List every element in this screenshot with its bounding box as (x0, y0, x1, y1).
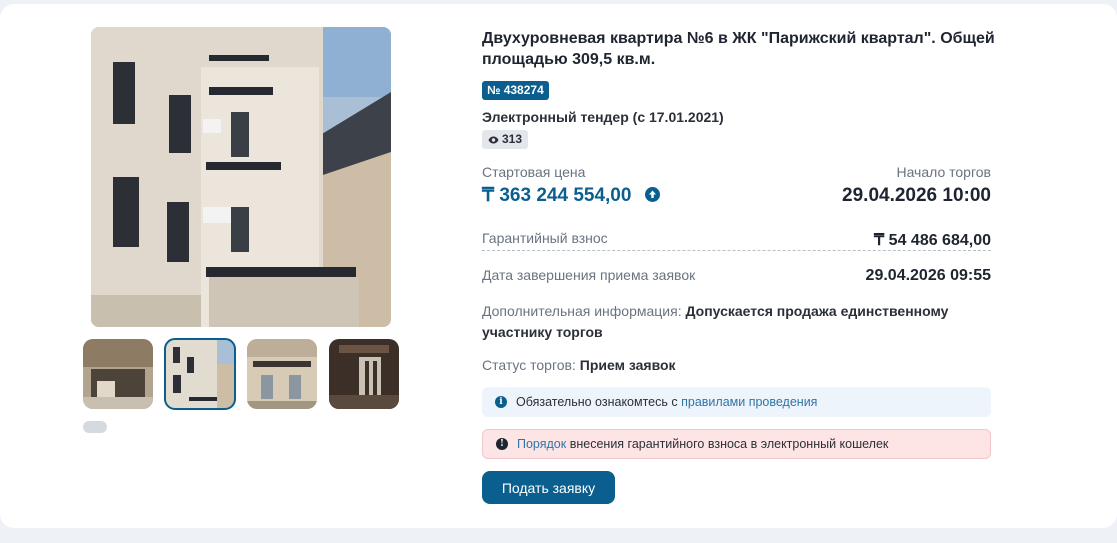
gallery-pager[interactable] (83, 421, 107, 433)
deadline-value: 29.04.2026 09:55 (865, 267, 991, 284)
additional-info-label: Дополнительная информация: (482, 303, 682, 319)
start-price-value: ₸ 363 244 554,00 (482, 185, 632, 206)
eye-icon (488, 136, 499, 144)
auction-status-label: Статус торгов: (482, 357, 576, 373)
tender-type: Электронный тендер (с 17.01.2021) (482, 109, 724, 125)
exclamation-icon: ! (496, 438, 508, 450)
views-badge: 313 (482, 130, 529, 149)
auction-start-label: Начало торгов (896, 164, 991, 180)
lot-title: Двухуровневая квартира №6 в ЖК "Парижски… (482, 30, 995, 68)
gallery-thumbnail-1[interactable] (83, 339, 153, 409)
info-icon: i (495, 396, 507, 408)
rules-link[interactable]: правилами проведения (681, 395, 817, 409)
deadline-label: Дата завершения приема заявок (482, 267, 696, 283)
gallery-thumbnail-2[interactable] (164, 338, 236, 410)
additional-info: Дополнительная информация: Допускается п… (482, 301, 1002, 343)
deposit-value: ₸ 54 486 684,00 (874, 232, 991, 249)
main-photo[interactable] (91, 27, 391, 327)
divider (482, 250, 991, 251)
rules-alert-text: Обязательно ознакомтесь с (516, 395, 678, 409)
auction-status: Статус торгов: Прием заявок (482, 355, 1002, 376)
views-count: 313 (502, 132, 523, 146)
deposit-alert-text: внесения гарантийного взноса в электронн… (569, 437, 889, 451)
auction-start-value: 29.04.2026 10:00 (842, 185, 991, 206)
deposit-label: Гарантийный взнос (482, 230, 608, 246)
start-price-label: Стартовая цена (482, 164, 586, 180)
gallery-thumbnail-3[interactable] (247, 339, 317, 409)
rules-alert: i Обязательно ознакомтесь с правилами пр… (482, 387, 991, 417)
arrow-up-circle-icon[interactable] (645, 187, 660, 202)
auction-status-value: Прием заявок (579, 357, 676, 373)
deposit-alert: ! Порядок внесения гарантийного взноса в… (482, 429, 991, 459)
lot-number-badge: № 438274 (482, 81, 549, 100)
gallery-thumbnail-4[interactable] (329, 339, 399, 409)
deposit-procedure-link[interactable]: Порядок (517, 437, 566, 451)
submit-application-button[interactable]: Подать заявку (482, 471, 615, 504)
